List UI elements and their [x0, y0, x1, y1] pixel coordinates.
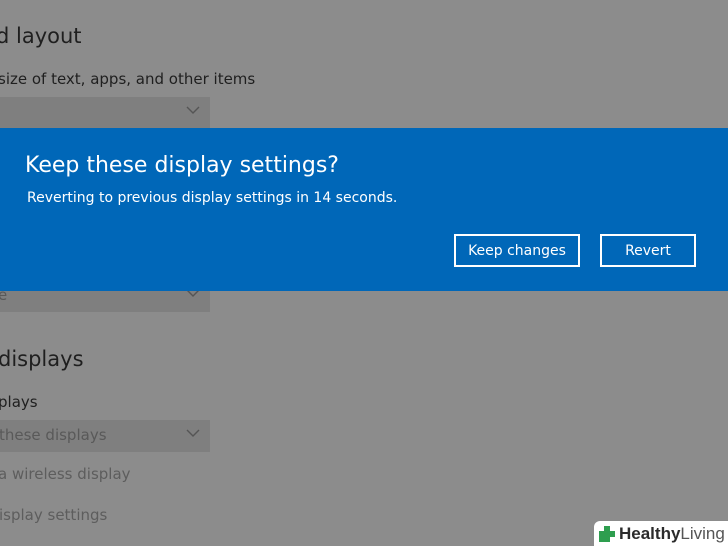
chevron-down-icon	[186, 106, 200, 114]
advanced-display-settings-link[interactable]: isplay settings	[0, 506, 107, 524]
multiple-displays-dropdown-value: these displays	[0, 426, 107, 444]
chevron-down-icon	[186, 429, 200, 437]
dialog-message: Reverting to previous display settings i…	[27, 190, 398, 206]
watermark-brand-bold: Healthy	[619, 523, 681, 543]
multiple-displays-dropdown[interactable]: these displays	[0, 420, 210, 452]
dialog-title: Keep these display settings?	[25, 153, 339, 178]
medical-cross-icon	[599, 525, 615, 542]
scale-dropdown[interactable]	[0, 97, 210, 129]
keep-changes-button[interactable]: Keep changes	[454, 234, 580, 267]
watermark-brand-light: Living	[680, 523, 725, 543]
revert-button[interactable]: Revert	[600, 234, 696, 267]
connect-wireless-display-link[interactable]: a wireless display	[0, 465, 131, 483]
healthy-living-watermark: Healthy Living	[594, 521, 728, 546]
scale-and-layout-heading: d layout	[0, 24, 82, 48]
multiple-displays-label: plays	[0, 393, 38, 411]
multiple-displays-heading: displays	[0, 347, 84, 371]
scale-label: size of text, apps, and other items	[0, 70, 256, 88]
